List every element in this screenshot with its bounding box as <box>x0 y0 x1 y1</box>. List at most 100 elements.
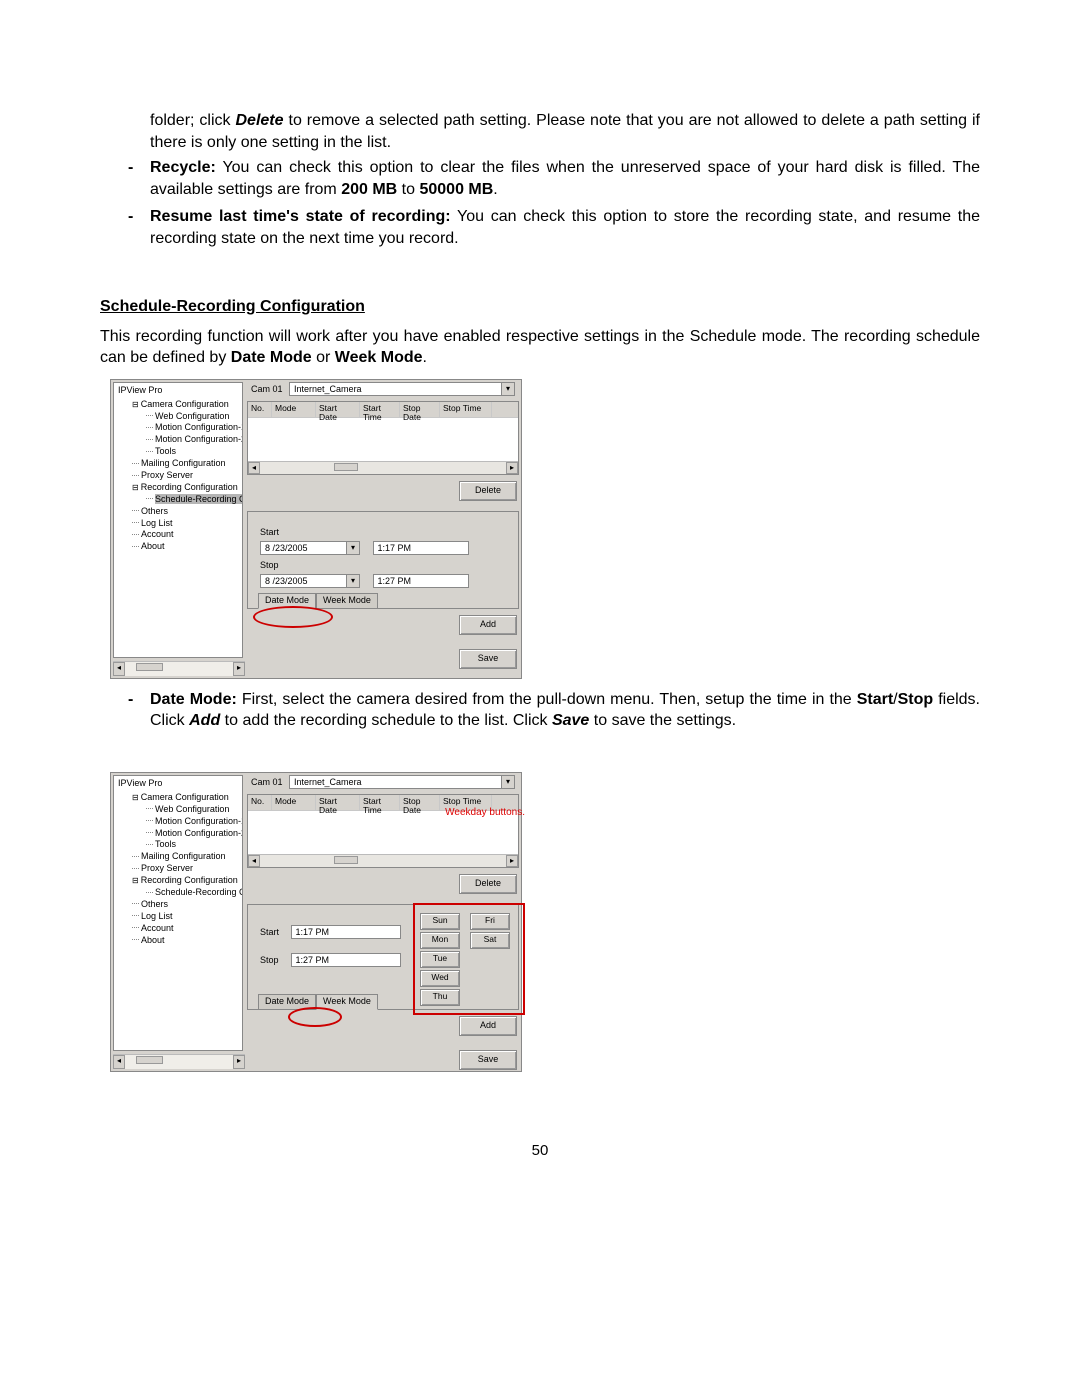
start-time-field[interactable]: 1:17 PM <box>373 541 469 555</box>
scroll-track[interactable] <box>125 662 233 676</box>
col-stop-date[interactable]: Stop Date <box>400 795 440 810</box>
grid-hscroll[interactable]: ◂ ▸ <box>248 461 518 474</box>
col-no[interactable]: No. <box>248 402 272 417</box>
scroll-left-icon[interactable]: ◂ <box>113 662 125 676</box>
tab-date-mode[interactable]: Date Mode <box>258 593 316 609</box>
camera-select[interactable]: Internet_Camera <box>289 382 515 396</box>
scroll-thumb[interactable] <box>136 663 163 671</box>
tree-loglist[interactable]: Log List <box>114 911 242 923</box>
label: Camera Configuration <box>141 792 229 802</box>
save-button[interactable]: Save <box>459 1050 517 1070</box>
tree-tools[interactable]: Tools <box>114 446 242 458</box>
tree-proxy[interactable]: Proxy Server <box>114 863 242 875</box>
tree-others[interactable]: Others <box>114 899 242 911</box>
text: to add the recording schedule to the lis… <box>220 712 552 729</box>
col-stop-time[interactable]: Stop Time <box>440 402 492 417</box>
weekday-wed[interactable]: Wed <box>420 970 460 987</box>
label: Motion Configuration-1 <box>155 422 243 432</box>
scroll-thumb[interactable] <box>136 1056 163 1064</box>
col-start-time[interactable]: Start Time <box>360 402 400 417</box>
weekday-sat[interactable]: Sat <box>470 932 510 949</box>
col-mode[interactable]: Mode <box>272 402 316 417</box>
scroll-right-icon[interactable]: ▸ <box>233 662 245 676</box>
weekday-sun[interactable]: Sun <box>420 913 460 930</box>
tree-loglist[interactable]: Log List <box>114 518 242 530</box>
scroll-left-icon[interactable]: ◂ <box>248 855 260 867</box>
stop-time-field[interactable]: 1:27 PM <box>291 953 401 967</box>
text: or <box>312 349 335 366</box>
tree-mailing[interactable]: Mailing Configuration <box>114 458 242 470</box>
section-intro: This recording function will work after … <box>100 326 980 369</box>
tree-proxy[interactable]: Proxy Server <box>114 470 242 482</box>
tree-account[interactable]: Account <box>114 923 242 935</box>
scroll-right-icon[interactable]: ▸ <box>506 462 518 474</box>
tree-motion1[interactable]: Motion Configuration-1 <box>114 816 242 828</box>
weekday-fri[interactable]: Fri <box>470 913 510 930</box>
camera-select[interactable]: Internet_Camera <box>289 775 515 789</box>
col-start-date[interactable]: Start Date <box>316 795 360 810</box>
tree-about[interactable]: About <box>114 935 242 947</box>
grid-header-row: No. Mode Start Date Start Time Stop Date… <box>248 402 518 418</box>
scroll-track[interactable] <box>125 1055 233 1069</box>
tabs-bar: Date ModeWeek Mode <box>258 593 378 609</box>
heading: Resume last time's state of recording: <box>150 208 451 225</box>
start-date-field[interactable]: 8 /23/2005 <box>260 541 360 555</box>
col-stop-date[interactable]: Stop Date <box>400 402 440 417</box>
tree-rec-config[interactable]: Recording Configuration <box>114 875 242 887</box>
tree-account[interactable]: Account <box>114 529 242 541</box>
label: Log List <box>141 518 173 528</box>
tree-web-config[interactable]: Web Configuration <box>114 804 242 816</box>
add-button[interactable]: Add <box>459 1016 517 1036</box>
stop-label: Stop <box>260 956 288 966</box>
scroll-right-icon[interactable]: ▸ <box>233 1055 245 1069</box>
tree-camera-config[interactable]: Camera Configuration <box>114 399 242 411</box>
tree-motion2[interactable]: Motion Configuration-2 <box>114 434 242 446</box>
tree-tools[interactable]: Tools <box>114 839 242 851</box>
save-button[interactable]: Save <box>459 649 517 669</box>
tab-week-mode[interactable]: Week Mode <box>316 994 378 1010</box>
tree-hscroll[interactable]: ◂ ▸ <box>113 1054 245 1069</box>
add-button[interactable]: Add <box>459 615 517 635</box>
tree-about[interactable]: About <box>114 541 242 553</box>
col-start-time[interactable]: Start Time <box>360 795 400 810</box>
scroll-thumb[interactable] <box>334 856 359 864</box>
delete-button[interactable]: Delete <box>459 481 517 501</box>
col-start-date[interactable]: Start Date <box>316 402 360 417</box>
bullet-recycle: Recycle: You can check this option to cl… <box>128 157 980 200</box>
tree-rec-config[interactable]: Recording Configuration <box>114 482 242 494</box>
scroll-track[interactable] <box>260 855 506 867</box>
scroll-left-icon[interactable]: ◂ <box>248 462 260 474</box>
tree-schedule-recording[interactable]: Schedule-Recording Con <box>114 494 242 506</box>
tree-web-config[interactable]: Web Configuration <box>114 411 242 423</box>
label: Account <box>141 529 174 539</box>
stop-date-field[interactable]: 8 /23/2005 <box>260 574 360 588</box>
section-title: Schedule-Recording Configuration <box>100 298 980 316</box>
scroll-left-icon[interactable]: ◂ <box>113 1055 125 1069</box>
tree-camera-config[interactable]: Camera Configuration <box>114 792 242 804</box>
label: Schedule-Recording Con <box>155 494 243 504</box>
stop-time-field[interactable]: 1:27 PM <box>373 574 469 588</box>
col-mode[interactable]: Mode <box>272 795 316 810</box>
text: Stop <box>898 691 934 708</box>
weekday-thu[interactable]: Thu <box>420 989 460 1006</box>
delete-button[interactable]: Delete <box>459 874 517 894</box>
scroll-right-icon[interactable]: ▸ <box>506 855 518 867</box>
start-time-field[interactable]: 1:17 PM <box>291 925 401 939</box>
tab-week-mode[interactable]: Week Mode <box>316 593 378 609</box>
label: Motion Configuration-1 <box>155 816 243 826</box>
tree-motion2[interactable]: Motion Configuration-2 <box>114 828 242 840</box>
tab-date-mode[interactable]: Date Mode <box>258 994 316 1010</box>
grid-hscroll[interactable]: ◂ ▸ <box>248 854 518 867</box>
scroll-track[interactable] <box>260 462 506 474</box>
tree-schedule-recording[interactable]: Schedule-Recording Con <box>114 887 242 899</box>
weekday-mon[interactable]: Mon <box>420 932 460 949</box>
tree-mailing[interactable]: Mailing Configuration <box>114 851 242 863</box>
tree-motion1[interactable]: Motion Configuration-1 <box>114 422 242 434</box>
col-no[interactable]: No. <box>248 795 272 810</box>
tree-others[interactable]: Others <box>114 506 242 518</box>
delete-word: Delete <box>236 112 284 129</box>
text: folder; click <box>150 112 236 129</box>
scroll-thumb[interactable] <box>334 463 359 471</box>
weekday-tue[interactable]: Tue <box>420 951 460 968</box>
tree-hscroll[interactable]: ◂ ▸ <box>113 661 245 676</box>
